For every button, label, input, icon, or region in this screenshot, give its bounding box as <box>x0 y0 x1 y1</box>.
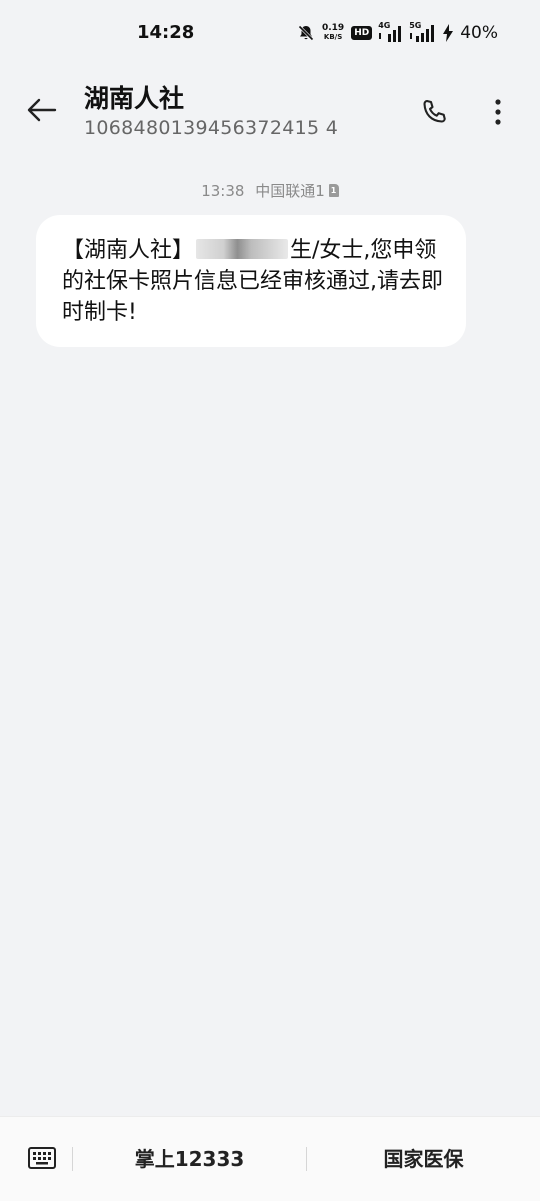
network-speed: 0.19 KB/S <box>322 24 344 42</box>
message-time: 13:38 <box>201 182 245 200</box>
status-bar: 14:28 0.19 KB/S HD 4G 5G 40% <box>0 0 540 66</box>
menu-item-12333[interactable]: 掌上12333 <box>73 1143 306 1175</box>
status-icons: 0.19 KB/S HD 4G 5G 40% <box>297 20 498 46</box>
status-time: 14:28 <box>137 22 195 43</box>
menu-item-national-medical-insurance[interactable]: 国家医保 <box>307 1143 540 1175</box>
keyboard-toggle-button[interactable] <box>26 1143 58 1173</box>
bell-muted-icon <box>298 25 314 41</box>
keyboard-icon <box>28 1147 56 1169</box>
signal-5g-icon: 5G <box>409 21 436 42</box>
signal-4g-label: 4G <box>378 21 391 30</box>
battery-level: 40% <box>460 23 498 43</box>
call-button[interactable] <box>414 92 454 132</box>
conversation-header: 湖南人社 1068480139456372415 4 <box>0 66 540 156</box>
more-options-button[interactable] <box>480 92 516 132</box>
phone-icon <box>423 99 446 123</box>
contact-number: 1068480139456372415 4 <box>84 117 339 139</box>
message-sender-tag: 【湖南人社】 <box>62 238 195 263</box>
bottom-menu-bar: 掌上12333 国家医保 <box>0 1116 540 1201</box>
message-bubble[interactable]: 【湖南人社】 生/女士,您申领的社保卡照片信息已经审核通过,请去即时制卡! <box>36 215 466 347</box>
message-meta: 13:38 中国联通1 <box>0 180 540 201</box>
signal-5g-label: 5G <box>409 21 422 30</box>
network-speed-value: 0.19 <box>321 23 345 33</box>
signal-4g-icon: 4G <box>378 21 403 42</box>
back-button[interactable] <box>24 92 60 128</box>
network-speed-unit: KB/S <box>323 33 343 41</box>
sim-card-icon <box>328 184 339 197</box>
redacted-name <box>196 239 289 259</box>
charging-bolt-icon <box>443 24 454 42</box>
message-text: 【湖南人社】 生/女士,您申领的社保卡照片信息已经审核通过,请去即时制卡! <box>62 235 444 328</box>
message-carrier: 中国联通1 <box>255 182 325 200</box>
more-vertical-icon <box>495 99 501 125</box>
hd-voice-badge: HD <box>351 26 373 40</box>
arrow-left-icon <box>27 98 57 122</box>
contact-name: 湖南人社 <box>84 84 185 113</box>
